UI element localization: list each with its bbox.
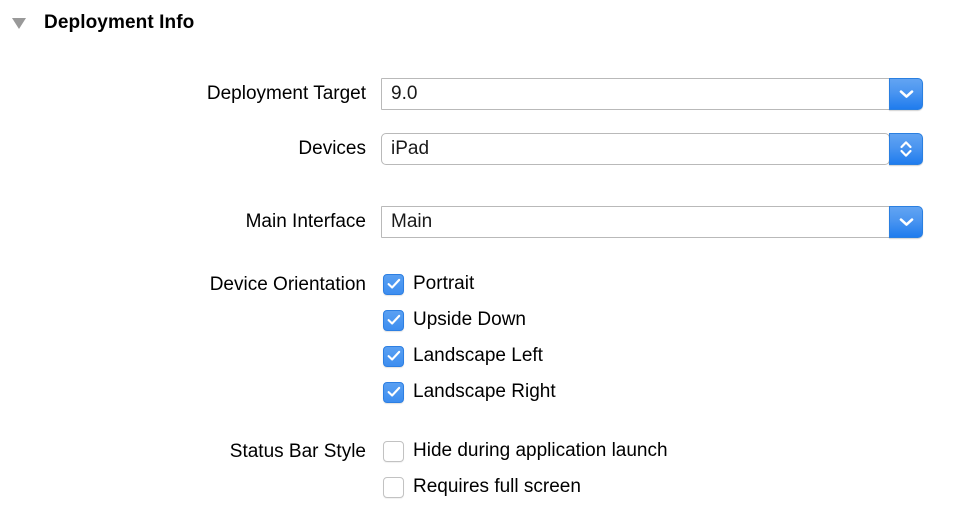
checkbox-hide-during-launch[interactable] bbox=[383, 440, 404, 462]
checkbox-landscape-right[interactable] bbox=[383, 381, 404, 403]
devices-input[interactable]: iPad bbox=[381, 133, 890, 165]
checkbox-label: Requires full screen bbox=[413, 476, 581, 497]
checkbox-label: Landscape Right bbox=[413, 381, 556, 402]
checkbox-requires-full-screen[interactable] bbox=[383, 476, 404, 498]
main-interface-input[interactable]: Main bbox=[381, 206, 890, 238]
chevron-down-icon[interactable] bbox=[889, 206, 923, 238]
section-header[interactable]: Deployment Info bbox=[0, 10, 194, 36]
status-bar-style-group: Hide during application launch Requires … bbox=[383, 433, 668, 505]
label-deployment-target: Deployment Target bbox=[206, 83, 366, 104]
row-devices: Devices iPad bbox=[0, 133, 923, 165]
label-main-interface: Main Interface bbox=[245, 211, 366, 232]
checkbox-row-landscape-right[interactable]: Landscape Right bbox=[383, 374, 556, 410]
deployment-target-input[interactable]: 9.0 bbox=[381, 78, 890, 110]
page-title: Deployment Info bbox=[44, 12, 195, 33]
checkbox-landscape-left[interactable] bbox=[383, 345, 404, 367]
chevron-down-icon[interactable] bbox=[889, 78, 923, 110]
checkbox-portrait[interactable] bbox=[383, 273, 404, 295]
row-deployment-target: Deployment Target 9.0 bbox=[0, 78, 923, 110]
field-main-interface[interactable]: Main bbox=[381, 206, 923, 238]
checkbox-label: Portrait bbox=[413, 273, 475, 294]
checkbox-label: Landscape Left bbox=[413, 345, 543, 366]
device-orientation-group: Portrait Upside Down Landscape Left Land… bbox=[383, 266, 556, 410]
checkbox-row-requires-full-screen[interactable]: Requires full screen bbox=[383, 469, 668, 505]
field-deployment-target[interactable]: 9.0 bbox=[381, 78, 923, 110]
checkbox-label: Hide during application launch bbox=[413, 440, 668, 461]
label-devices: Devices bbox=[298, 138, 366, 159]
triangle-down-icon[interactable] bbox=[8, 17, 30, 29]
checkbox-label: Upside Down bbox=[413, 309, 526, 330]
chevron-up-down-icon[interactable] bbox=[889, 133, 923, 165]
deployment-info-panel: Deployment Info Deployment Target 9.0 De… bbox=[0, 0, 976, 524]
checkbox-row-portrait[interactable]: Portrait bbox=[383, 266, 556, 302]
checkbox-row-hide-during-launch[interactable]: Hide during application launch bbox=[383, 433, 668, 469]
label-device-orientation: Device Orientation bbox=[209, 274, 366, 295]
label-status-bar-style: Status Bar Style bbox=[229, 441, 366, 462]
checkbox-upside-down[interactable] bbox=[383, 309, 404, 331]
checkbox-row-upside-down[interactable]: Upside Down bbox=[383, 302, 556, 338]
row-main-interface: Main Interface Main bbox=[0, 206, 923, 238]
field-devices[interactable]: iPad bbox=[381, 133, 923, 165]
checkbox-row-landscape-left[interactable]: Landscape Left bbox=[383, 338, 556, 374]
